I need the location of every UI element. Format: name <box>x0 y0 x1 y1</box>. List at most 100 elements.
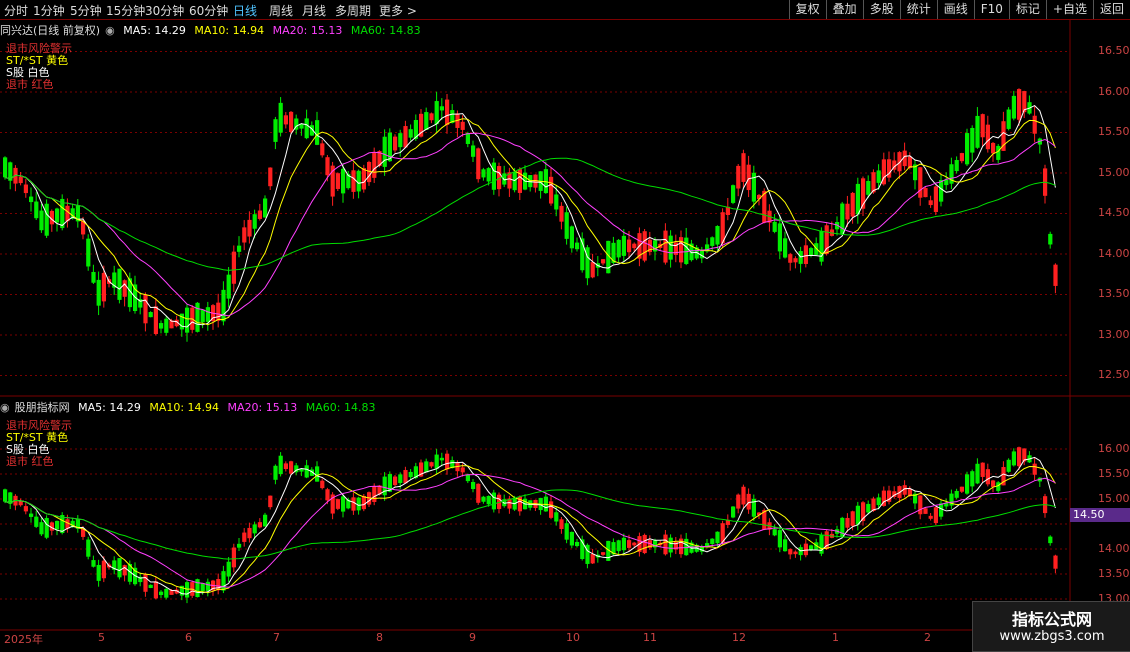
candle-body <box>148 584 153 588</box>
candle-body <box>871 172 876 193</box>
candle-body <box>44 203 49 236</box>
candle-body <box>772 529 777 536</box>
candle-body <box>803 245 808 264</box>
candle-body <box>273 119 278 142</box>
candle-body <box>991 142 996 154</box>
candle-body <box>970 471 975 487</box>
candle-body <box>809 545 814 550</box>
candle-body <box>148 312 153 318</box>
candle-body <box>777 223 782 252</box>
bottom-ma5-label: MA5: 14.29 <box>78 401 141 414</box>
candle-body <box>710 538 715 545</box>
candle-body <box>315 466 320 482</box>
candle-body <box>933 186 938 212</box>
candle-body <box>216 579 221 591</box>
y-label: 15.50 <box>1098 467 1130 480</box>
candle-body <box>1048 233 1053 245</box>
x-label: 2025年 <box>4 633 43 646</box>
candle-body <box>1017 89 1022 120</box>
candle-body <box>341 496 346 512</box>
candle-body <box>554 194 559 210</box>
candle-body <box>268 495 273 508</box>
candle-body <box>252 524 257 534</box>
candle-body <box>965 133 970 165</box>
candle-body <box>772 221 777 232</box>
watermark-badge: 指标公式网 www.zbgs3.com <box>972 601 1130 652</box>
candle-body <box>304 465 309 478</box>
candle-body <box>429 462 434 467</box>
x-label: 8 <box>376 631 383 644</box>
candle-body <box>663 534 668 555</box>
candle-body <box>741 153 746 182</box>
panel-toggle-icon[interactable]: ◉ <box>105 24 115 37</box>
candle-body <box>372 152 377 178</box>
ma5-line <box>4 104 1056 328</box>
candle-body <box>408 129 413 138</box>
bottom-toggle-icon[interactable]: ◉ <box>0 401 10 414</box>
kline-chart[interactable] <box>0 0 1130 650</box>
candle-body <box>289 111 294 133</box>
candle-body <box>278 455 283 475</box>
candle-body <box>632 243 637 249</box>
candle-body <box>23 184 28 194</box>
candle-body <box>985 124 990 150</box>
y-label: 12.50 <box>1098 368 1130 381</box>
candle-body <box>944 179 949 186</box>
candle-body <box>278 102 283 133</box>
candle-body <box>590 262 595 278</box>
candle-body <box>96 279 101 306</box>
candle-body <box>185 307 190 333</box>
candle-body <box>549 501 554 518</box>
candle-body <box>3 489 8 502</box>
candle-body <box>29 196 34 203</box>
candle-body <box>715 531 720 544</box>
candle-body <box>1006 459 1011 472</box>
candle-body <box>991 480 996 487</box>
candle-body <box>627 540 632 548</box>
candle-body <box>590 553 595 564</box>
candle-body <box>481 169 486 178</box>
candle-body <box>1006 109 1011 129</box>
candle-body <box>850 192 855 217</box>
x-label: 9 <box>469 631 476 644</box>
candle-body <box>159 323 164 329</box>
candle-body <box>668 235 673 260</box>
candle-body <box>855 505 860 525</box>
candle-body <box>434 454 439 469</box>
candle-body <box>237 543 242 548</box>
x-label: 1 <box>832 631 839 644</box>
candle-body <box>601 259 606 264</box>
y-label: 16.50 <box>1098 44 1130 57</box>
candle-body <box>91 271 96 283</box>
candle-body <box>554 512 559 522</box>
candle-body <box>247 219 252 237</box>
candle-body <box>866 181 871 195</box>
candle-body <box>543 169 548 194</box>
candle-body <box>242 532 247 542</box>
candle-body <box>231 547 236 568</box>
candle-body <box>429 113 434 121</box>
candle-body <box>736 494 741 509</box>
current-price-marker: 14.50 <box>1070 508 1130 522</box>
candle-body <box>559 205 564 222</box>
candle-body <box>325 157 330 176</box>
candle-body <box>325 489 330 501</box>
candle-body <box>965 474 970 494</box>
candle-body <box>970 127 975 153</box>
candle-body <box>491 162 496 190</box>
candle-body <box>268 167 273 187</box>
candle-body <box>975 463 980 484</box>
candle-body <box>164 318 169 333</box>
candle-body <box>424 461 429 473</box>
candle-body <box>403 470 408 484</box>
x-label: 5 <box>98 631 105 644</box>
badge-url: www.zbgs3.com <box>999 629 1105 644</box>
candle-body <box>351 497 356 511</box>
candle-body <box>205 307 210 322</box>
candle-body <box>933 507 938 524</box>
candle-body <box>393 136 398 151</box>
candle-body <box>809 248 814 256</box>
bottom-legend-delisted: 退市 红色 <box>6 455 54 468</box>
candle-body <box>632 542 637 546</box>
candle-body <box>434 101 439 125</box>
